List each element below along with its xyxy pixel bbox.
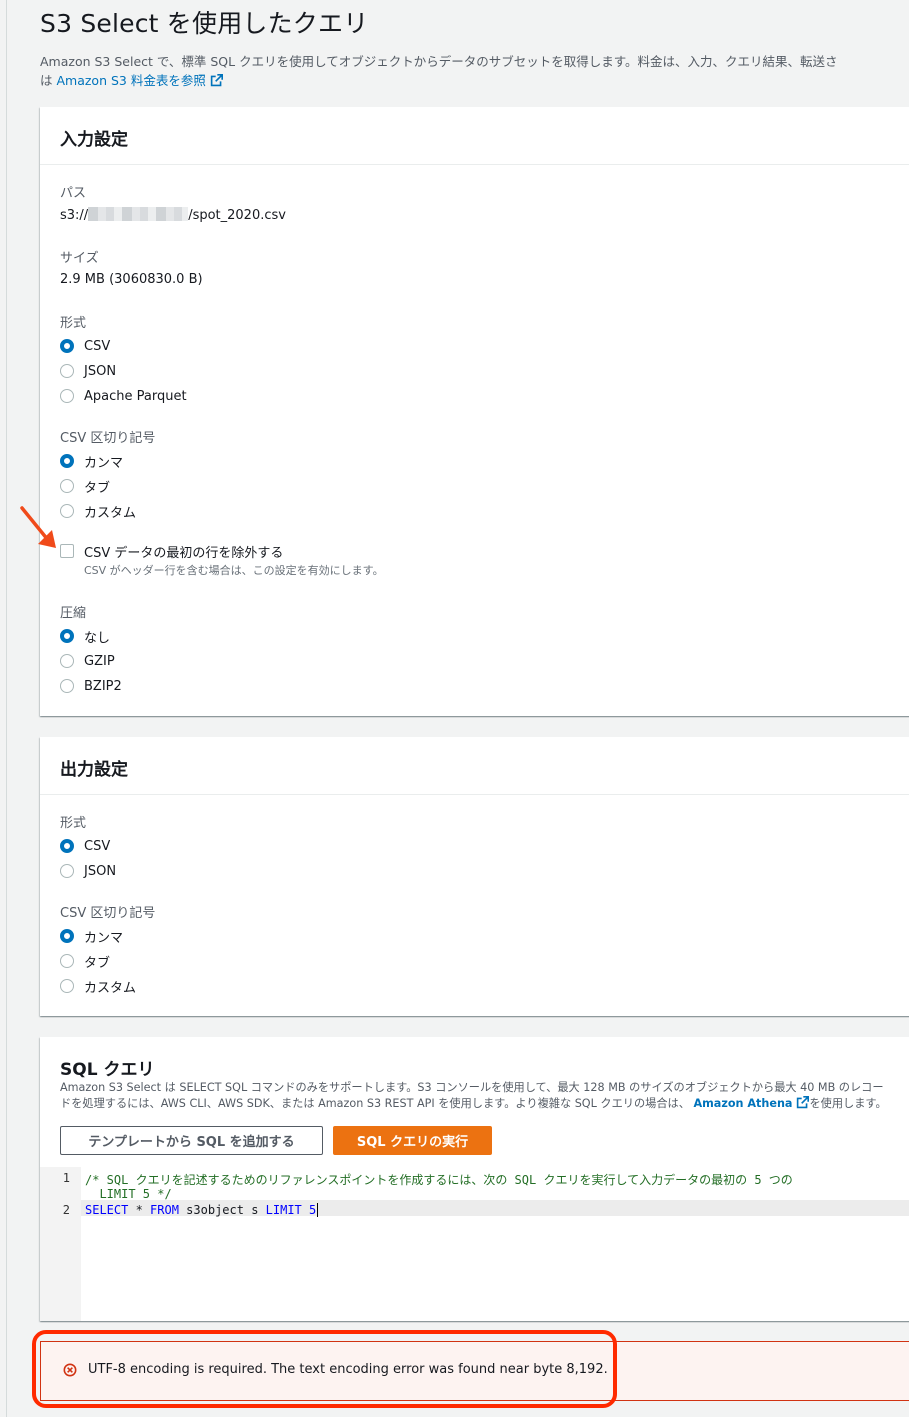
exclude-header-label: CSV データの最初の行を除外する — [84, 545, 284, 561]
compression-option-gzip[interactable]: GZIP — [60, 651, 115, 671]
radio-button[interactable] — [60, 954, 74, 968]
external-link-icon — [792, 1096, 810, 1110]
radio-label: タブ — [84, 955, 111, 971]
radio-button[interactable] — [60, 454, 74, 468]
page-description-line2: は Amazon S3 料金表を参照 — [40, 71, 223, 91]
compression-label: 圧縮 — [60, 606, 87, 621]
sql-desc-prefix: ドを処理するには、AWS CLI、AWS SDK、または Amazon S3 R… — [60, 1097, 690, 1110]
radio-button[interactable] — [60, 339, 74, 353]
compression-option-bzip2[interactable]: BZIP2 — [60, 676, 122, 696]
page-title: S3 Select を使用したクエリ — [40, 9, 369, 38]
radio-button[interactable] — [60, 389, 74, 403]
input-settings-header: 入力設定 — [40, 107, 909, 165]
output-format-option-csv[interactable]: CSV — [60, 836, 110, 856]
output-settings-panel: 出力設定 形式 CSV JSON CSV 区切り記号 カンマ タブ カスタム — [40, 737, 909, 1016]
run-sql-query-button[interactable]: SQL クエリの実行 — [333, 1126, 492, 1155]
output-format-label: 形式 — [60, 816, 87, 831]
annotation-arrow-icon — [20, 506, 56, 548]
exclude-header-row[interactable]: CSV データの最初の行を除外する — [60, 541, 283, 561]
exclude-header-checkbox[interactable] — [60, 544, 74, 558]
exclude-header-description: CSV がヘッダー行を含む場合は、この設定を有効にします。 — [84, 564, 384, 577]
delimiter-option-comma[interactable]: カンマ — [60, 451, 123, 471]
format-option-csv[interactable]: CSV — [60, 336, 110, 356]
radio-button[interactable] — [60, 929, 74, 943]
path-prefix: s3:// — [60, 208, 89, 223]
radio-button[interactable] — [60, 504, 74, 518]
radio-label: カスタム — [84, 505, 137, 521]
radio-button[interactable] — [60, 839, 74, 853]
radio-label: カスタム — [84, 980, 137, 996]
radio-button[interactable] — [60, 679, 74, 693]
format-label: 形式 — [60, 316, 87, 331]
line-number: 1 — [62, 1171, 70, 1185]
delimiter-option-tab[interactable]: タブ — [60, 476, 110, 496]
format-option-json[interactable]: JSON — [60, 361, 116, 381]
radio-label: Apache Parquet — [84, 388, 187, 404]
sql-star: * — [128, 1203, 151, 1217]
sql-query-header: SQL クエリ — [60, 1060, 155, 1080]
radio-button[interactable] — [60, 654, 74, 668]
size-value: 2.9 MB (3060830.0 B) — [60, 272, 203, 287]
output-delimiter-option-custom[interactable]: カスタム — [60, 976, 136, 996]
line-number: 2 — [62, 1203, 70, 1217]
sql-query-description: Amazon S3 Select は SELECT SQL コマンドのみをサポー… — [60, 1081, 884, 1094]
code-line-1-wrap: LIMIT 5 */ — [85, 1187, 172, 1201]
radio-label: GZIP — [84, 653, 115, 669]
sql-identifier: s3object s — [178, 1203, 266, 1217]
sql-desc-suffix: を使用します。 — [809, 1097, 887, 1110]
radio-button[interactable] — [60, 864, 74, 878]
sql-query-panel: SQL クエリ Amazon S3 Select は SELECT SQL コマ… — [40, 1037, 909, 1321]
pricing-link[interactable]: Amazon S3 料金表を参照 — [56, 73, 205, 88]
text-cursor — [317, 1203, 319, 1217]
sql-keyword-limit: LIMIT — [265, 1203, 302, 1217]
path-value: s3:// /spot_2020.csv — [60, 207, 286, 223]
radio-label: カンマ — [84, 455, 124, 471]
radio-button[interactable] — [60, 364, 74, 378]
compression-option-none[interactable]: なし — [60, 626, 110, 646]
radio-label: JSON — [84, 863, 117, 879]
radio-label: タブ — [84, 480, 111, 496]
output-delimiter-label: CSV 区切り記号 — [60, 906, 156, 921]
annotation-highlight-ring — [32, 1330, 617, 1408]
delimiter-label: CSV 区切り記号 — [60, 431, 156, 446]
radio-button[interactable] — [60, 479, 74, 493]
output-delimiter-option-tab[interactable]: タブ — [60, 951, 110, 971]
external-link-icon — [206, 73, 223, 88]
radio-label: カンマ — [84, 930, 124, 946]
radio-label: CSV — [84, 838, 111, 854]
code-line-2: SELECT * FROM s3object s LIMIT 5 — [85, 1203, 319, 1217]
description-prefix: は — [40, 73, 57, 88]
radio-label: BZIP2 — [84, 678, 122, 694]
sql-editor[interactable]: 1 2 /* SQL クエリを記述するためのリファレンスポイントを作成するには、… — [40, 1167, 909, 1321]
radio-label: CSV — [84, 338, 111, 354]
redacted-bucket-name — [88, 207, 189, 221]
code-line-1: /* SQL クエリを記述するためのリファレンスポイントを作成するには、次の S… — [85, 1173, 793, 1187]
athena-link[interactable]: Amazon Athena — [693, 1097, 792, 1110]
path-label: パス — [60, 186, 87, 201]
sql-keyword-from: FROM — [150, 1203, 179, 1217]
sql-number: 5 — [301, 1203, 317, 1217]
output-delimiter-option-comma[interactable]: カンマ — [60, 926, 123, 946]
sql-query-description-line2: ドを処理するには、AWS CLI、AWS SDK、または Amazon S3 R… — [60, 1096, 887, 1112]
sql-keyword-select: SELECT — [85, 1203, 129, 1217]
size-label: サイズ — [60, 251, 99, 266]
path-suffix: /spot_2020.csv — [188, 208, 286, 223]
left-border — [6, 0, 7, 1417]
editor-gutter — [40, 1167, 81, 1321]
output-format-option-json[interactable]: JSON — [60, 861, 116, 881]
radio-button[interactable] — [60, 629, 74, 643]
radio-label: JSON — [84, 363, 117, 379]
add-sql-from-template-button[interactable]: テンプレートから SQL を追加する — [60, 1126, 323, 1155]
page-description: Amazon S3 Select で、標準 SQL クエリを使用してオブジェクト… — [40, 54, 838, 69]
format-option-parquet[interactable]: Apache Parquet — [60, 386, 187, 406]
delimiter-option-custom[interactable]: カスタム — [60, 501, 136, 521]
output-settings-header: 出力設定 — [40, 737, 909, 795]
radio-label: なし — [84, 630, 111, 646]
radio-button[interactable] — [60, 979, 74, 993]
input-settings-panel: 入力設定 パス s3:// /spot_2020.csv サイズ 2.9 MB (… — [40, 107, 909, 716]
